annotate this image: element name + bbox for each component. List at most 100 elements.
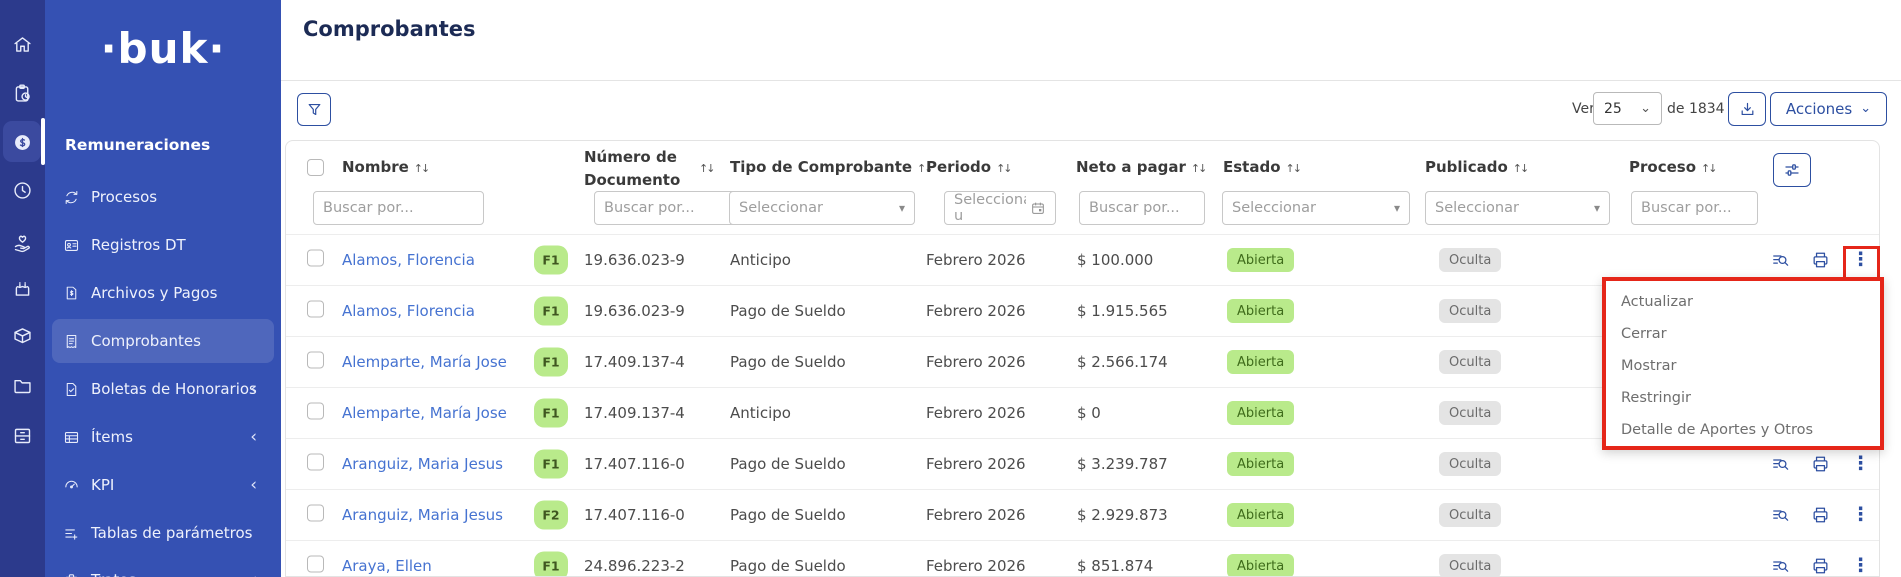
acciones-button[interactable]: Acciones ⌄: [1770, 92, 1887, 126]
receipt-icon: [63, 333, 80, 350]
filter-estado-select[interactable]: Seleccionar▾: [1222, 191, 1410, 225]
page-size-select[interactable]: 25 ⌄: [1593, 92, 1662, 125]
preview-icon[interactable]: [1771, 506, 1790, 525]
status-badge: Abierta: [1227, 350, 1294, 374]
column-header-nombre[interactable]: Nombre↑↓: [342, 158, 428, 176]
sidebar-section-title: Remuneraciones: [65, 136, 210, 154]
payroll-type-badge: F1: [534, 552, 568, 577]
sidebar-item-tablas-de-parametros[interactable]: Tablas de parámetros: [45, 511, 281, 555]
row-checkbox[interactable]: [307, 403, 324, 420]
filter-proceso-input[interactable]: [1631, 191, 1758, 225]
sidebar-item-kpi[interactable]: KPI ‹: [45, 463, 281, 507]
preview-icon[interactable]: [1771, 455, 1790, 474]
print-icon[interactable]: [1811, 455, 1830, 474]
download-button[interactable]: [1728, 92, 1766, 126]
folder-icon[interactable]: [0, 365, 45, 405]
print-icon[interactable]: [1811, 251, 1830, 270]
payroll-type-badge: F1: [534, 348, 568, 377]
published-badge: Oculta: [1439, 248, 1501, 272]
sort-icon[interactable]: ↑↓: [1513, 162, 1527, 175]
filter-periodo-datepicker[interactable]: Selecciona u: [944, 191, 1056, 225]
home-icon[interactable]: [0, 24, 45, 64]
row-menu-button[interactable]: ⋮: [1851, 455, 1870, 474]
employee-name-link[interactable]: Alamos, Florencia: [342, 251, 475, 269]
sidebar-item-archivos-y-pagos[interactable]: Archivos y Pagos: [45, 271, 281, 315]
row-menu-button[interactable]: ⋮: [1851, 557, 1870, 576]
sliders-icon: [1783, 161, 1801, 179]
employee-name-link[interactable]: Aranguiz, Maria Jesus: [342, 506, 503, 524]
column-header-numero[interactable]: Número de Documento: [584, 146, 684, 193]
clipboard-clock-icon[interactable]: [0, 73, 45, 113]
preview-icon[interactable]: [1771, 557, 1790, 576]
period: Febrero 2026: [926, 557, 1026, 575]
menu-item-mostrar[interactable]: Mostrar: [1606, 350, 1880, 382]
menu-item-cerrar[interactable]: Cerrar: [1606, 318, 1880, 350]
chevron-left-icon: ‹: [250, 427, 257, 447]
row-checkbox[interactable]: [307, 454, 324, 471]
sidebar-item-registros-dt[interactable]: Registros DT: [45, 223, 281, 267]
app-window: ·buk· Remuneraciones Procesos Registros …: [0, 0, 1901, 577]
sort-icon[interactable]: ↑↓: [694, 158, 713, 176]
column-header-periodo[interactable]: Periodo↑↓: [926, 158, 1011, 176]
employee-name-link[interactable]: Aranguiz, Maria Jesus: [342, 455, 503, 473]
row-checkbox[interactable]: [307, 301, 324, 318]
menu-item-actualizar[interactable]: Actualizar: [1606, 286, 1880, 318]
archive-icon[interactable]: [0, 415, 45, 455]
row-menu-button[interactable]: ⋮: [1851, 506, 1870, 525]
document-number: 17.409.137-4: [584, 353, 685, 371]
sidebar-item-boletas-de-honorarios[interactable]: Boletas de Honorarios ‹: [45, 367, 281, 411]
filter-nombre-input[interactable]: [313, 191, 484, 225]
menu-item-detalle-aportes[interactable]: Detalle de Aportes y Otros: [1606, 414, 1880, 446]
annotation-rectangle: Actualizar Cerrar Mostrar Restringir Det…: [1602, 277, 1884, 450]
download-icon: [1739, 101, 1756, 118]
row-checkbox[interactable]: [307, 250, 324, 267]
sidebar-item-comprobantes[interactable]: Comprobantes: [45, 319, 281, 363]
filter-tipo-select[interactable]: Seleccionar▾: [729, 191, 915, 225]
hand-heart-icon[interactable]: [0, 223, 45, 263]
column-header-estado[interactable]: Estado↑↓: [1223, 158, 1300, 176]
table-row[interactable]: Aranguiz, Maria Jesus F2 17.407.116-0 Pa…: [286, 489, 1880, 540]
column-header-tipo[interactable]: Tipo de Comprobante↑↓: [730, 158, 931, 176]
clock-icon[interactable]: [0, 170, 45, 210]
column-settings-button[interactable]: [1773, 153, 1811, 187]
sidebar-item-items[interactable]: Ítems ‹: [45, 415, 281, 459]
filter-numero-input[interactable]: [594, 191, 741, 225]
package-icon[interactable]: [0, 315, 45, 355]
cake-icon[interactable]: [0, 268, 45, 308]
employee-name-link[interactable]: Araya, Ellen: [342, 557, 432, 575]
menu-item-restringir[interactable]: Restringir: [1606, 382, 1880, 414]
payroll-type-badge: F2: [534, 501, 568, 530]
filter-neto-input[interactable]: [1079, 191, 1205, 225]
published-badge: Oculta: [1439, 503, 1501, 527]
employee-name-link[interactable]: Alemparte, María Jose: [342, 404, 507, 422]
sidebar-item-tratos[interactable]: Tratos ‹: [45, 558, 281, 577]
published-badge: Oculta: [1439, 401, 1501, 425]
filter-button[interactable]: [297, 93, 331, 126]
sort-icon[interactable]: ↑↓: [414, 162, 428, 175]
row-checkbox[interactable]: [307, 352, 324, 369]
column-header-publicado[interactable]: Publicado↑↓: [1425, 158, 1527, 176]
sidebar-item-label: Ítems: [91, 428, 133, 446]
row-checkbox[interactable]: [307, 556, 324, 573]
employee-name-link[interactable]: Alamos, Florencia: [342, 302, 475, 320]
preview-icon[interactable]: [1771, 251, 1790, 270]
sidebar-item-procesos[interactable]: Procesos: [45, 175, 281, 219]
table-row[interactable]: Araya, Ellen F1 24.896.223-2 Pago de Sue…: [286, 540, 1880, 577]
column-header-neto[interactable]: Neto a pagar↑↓: [1076, 158, 1205, 176]
print-icon[interactable]: [1811, 506, 1830, 525]
dollar-circle-icon[interactable]: [0, 122, 45, 162]
sort-icon[interactable]: ↑↓: [1191, 162, 1205, 175]
column-header-proceso[interactable]: Proceso↑↓: [1629, 158, 1715, 176]
sort-icon[interactable]: ↑↓: [1701, 162, 1715, 175]
published-badge: Oculta: [1439, 554, 1501, 577]
row-checkbox[interactable]: [307, 505, 324, 522]
filter-publicado-select[interactable]: Seleccionar▾: [1425, 191, 1610, 225]
sort-icon[interactable]: ↑↓: [996, 162, 1010, 175]
select-all-checkbox[interactable]: [307, 159, 324, 176]
sort-icon[interactable]: ↑↓: [1286, 162, 1300, 175]
employee-name-link[interactable]: Alemparte, María Jose: [342, 353, 507, 371]
calendar-icon: [1030, 200, 1046, 216]
print-icon[interactable]: [1811, 557, 1830, 576]
status-badge: Abierta: [1227, 554, 1294, 577]
voucher-type: Anticipo: [730, 404, 791, 422]
